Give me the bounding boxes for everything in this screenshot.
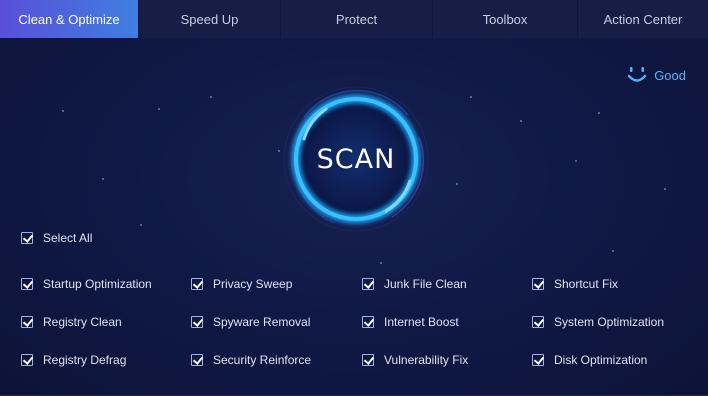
tab-action-center[interactable]: Action Center (578, 0, 708, 38)
option-privacy-sweep[interactable]: Privacy Sweep (191, 277, 292, 291)
checkbox-checked-icon (532, 316, 544, 328)
checkbox-label: Internet Boost (384, 315, 459, 329)
checkbox-label: Junk File Clean (384, 277, 467, 291)
checkbox-checked-icon (362, 354, 374, 366)
checkbox-label: Shortcut Fix (554, 277, 619, 291)
select-all-checkbox[interactable]: Select All (21, 231, 92, 245)
smiley-icon (627, 67, 647, 82)
status-label: Good (654, 67, 686, 83)
checkbox-checked-icon (191, 354, 203, 366)
checkbox-checked-icon (21, 316, 33, 328)
checkbox-checked-icon (532, 278, 544, 290)
option-spyware-removal[interactable]: Spyware Removal (191, 315, 310, 329)
option-system-optimization[interactable]: System Optimization (532, 315, 664, 329)
tab-toolbox[interactable]: Toolbox (433, 0, 578, 38)
scan-button[interactable]: SCAN (296, 99, 416, 219)
checkbox-label: Vulnerability Fix (384, 353, 469, 367)
checkbox-label: Disk Optimization (554, 353, 648, 367)
system-status: Good (626, 64, 686, 86)
option-security-reinforce[interactable]: Security Reinforce (191, 353, 311, 367)
checkbox-label: Security Reinforce (213, 353, 312, 367)
scan-control: SCAN (274, 77, 438, 241)
option-disk-optimization[interactable]: Disk Optimization (532, 353, 647, 367)
option-startup-optimization[interactable]: Startup Optimization (21, 277, 152, 291)
checkbox-checked-icon (191, 278, 203, 290)
checkbox-checked-icon (532, 354, 544, 366)
checkbox-label: Registry Defrag (43, 353, 127, 367)
option-junk-file-clean[interactable]: Junk File Clean (362, 277, 467, 291)
checkbox-label: Privacy Sweep (213, 277, 293, 291)
option-registry-clean[interactable]: Registry Clean (21, 315, 122, 329)
checkbox-checked-icon (21, 232, 33, 244)
option-vulnerability-fix[interactable]: Vulnerability Fix (362, 353, 468, 367)
checkbox-checked-icon (362, 278, 374, 290)
app-window: Clean & Optimize Speed Up Protect Toolbo… (0, 0, 708, 396)
option-shortcut-fix[interactable]: Shortcut Fix (532, 277, 618, 291)
tab-speed-up[interactable]: Speed Up (139, 0, 281, 38)
option-internet-boost[interactable]: Internet Boost (362, 315, 459, 329)
tab-protect[interactable]: Protect (281, 0, 433, 38)
checkbox-label: Registry Clean (43, 315, 122, 329)
checkbox-label: Startup Optimization (43, 277, 152, 291)
tab-clean-optimize[interactable]: Clean & Optimize (0, 0, 139, 38)
checkbox-checked-icon (191, 316, 203, 328)
checkbox-checked-icon (21, 354, 33, 366)
tab-bar: Clean & Optimize Speed Up Protect Toolbo… (0, 0, 708, 38)
checkbox-checked-icon (21, 278, 33, 290)
checkbox-label: System Optimization (554, 315, 665, 329)
checkbox-label: Spyware Removal (213, 315, 311, 329)
checkbox-checked-icon (362, 316, 374, 328)
option-registry-defrag[interactable]: Registry Defrag (21, 353, 126, 367)
checkbox-label: Select All (43, 231, 93, 245)
